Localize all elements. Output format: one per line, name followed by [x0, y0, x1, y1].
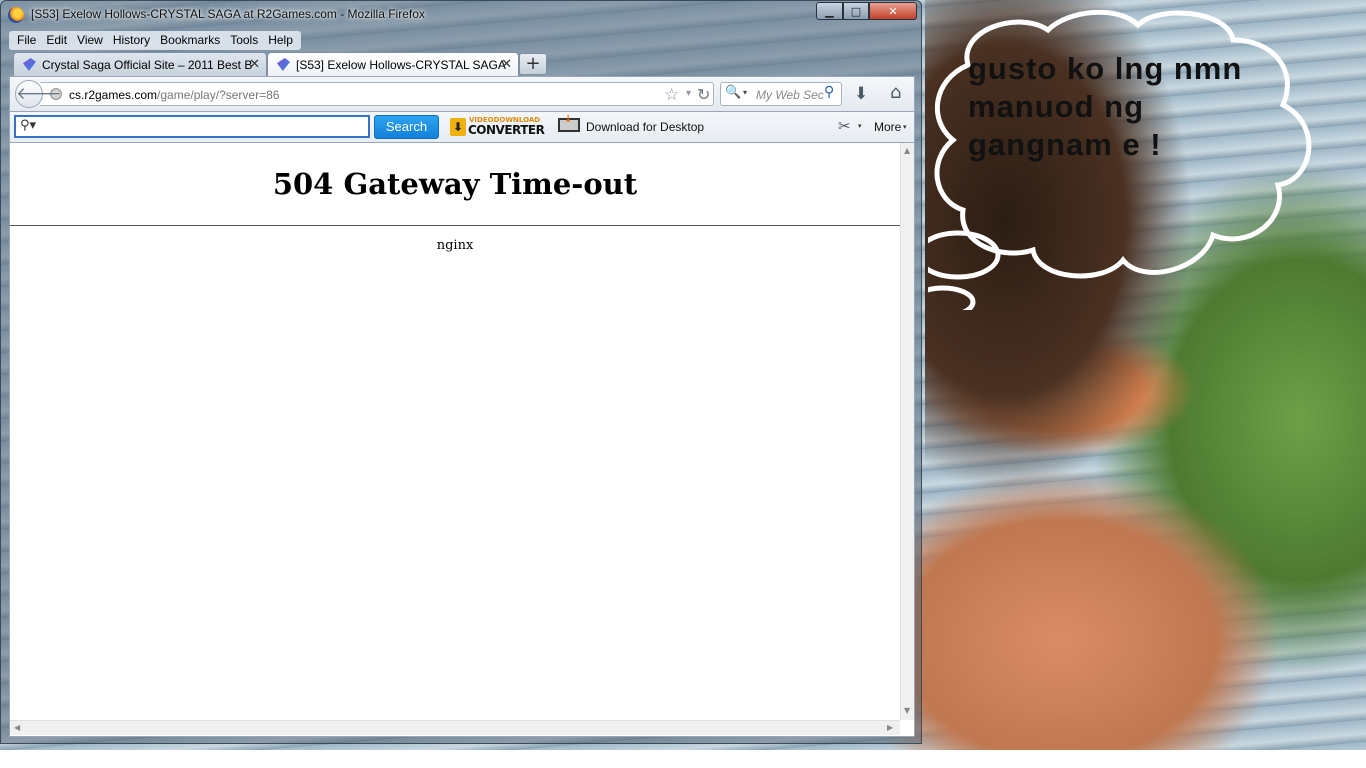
minimize-button[interactable]: ▁	[816, 2, 843, 20]
toolbar-search-icon[interactable]: ⚲▾	[20, 118, 36, 133]
window-title: [S53] Exelow Hollows-CRYSTAL SAGA at R2G…	[31, 7, 425, 21]
menu-bar: File Edit View History Bookmarks Tools H…	[9, 31, 301, 50]
firefox-logo-icon[interactable]	[8, 7, 24, 23]
tab-label: [S53] Exelow Hollows-CRYSTAL SAGA...	[296, 58, 506, 72]
reload-icon[interactable]: ↻	[697, 85, 710, 104]
new-tab-button[interactable]: +	[519, 53, 547, 75]
horizontal-scrollbar[interactable]: ◀ ▶	[10, 720, 900, 735]
site-favicon-icon	[23, 58, 36, 71]
menu-view[interactable]: View	[72, 31, 108, 50]
scroll-right-icon[interactable]: ▶	[887, 723, 893, 732]
desktop-download-arrow-icon: ↓	[564, 114, 573, 125]
search-placeholder: My Web Sec	[756, 88, 824, 102]
close-window-button[interactable]: ✕	[869, 2, 917, 20]
bookmark-star-icon[interactable]: ☆	[664, 85, 679, 105]
url-path: /game/play/?server=86	[157, 88, 280, 102]
download-for-desktop-link[interactable]: Download for Desktop	[586, 120, 704, 134]
tab-strip: Crystal Saga Official Site – 2011 Best B…	[9, 52, 914, 76]
url-domain: cs.r2games.com	[69, 88, 158, 102]
downloads-icon[interactable]: ⬇	[854, 84, 868, 104]
navigation-bar: cs.r2games.com/game/play/?server=86 ☆ ▾ …	[9, 76, 915, 112]
toolbar-search-button[interactable]: Search	[374, 115, 439, 139]
menu-bookmarks[interactable]: Bookmarks	[155, 31, 225, 50]
title-bar[interactable]: [S53] Exelow Hollows-CRYSTAL SAGA at R2G…	[1, 1, 921, 29]
search-engine-icon[interactable]: 🔍	[725, 85, 741, 100]
tab-close-icon[interactable]: ✕	[249, 56, 260, 72]
video-download-converter-logo[interactable]: ⬇ VIDEODOWNLOAD CONVERTER	[450, 116, 545, 138]
menu-file[interactable]: File	[12, 31, 41, 50]
menu-edit[interactable]: Edit	[41, 31, 72, 50]
toolbar-tools-icon[interactable]: ✂	[838, 117, 851, 135]
menu-help[interactable]: Help	[263, 31, 298, 50]
vdc-logo-bottom-text: CONVERTER	[468, 123, 545, 137]
back-button[interactable]: 🡐	[15, 80, 62, 108]
scroll-left-icon[interactable]: ◀	[14, 723, 20, 732]
search-go-icon[interactable]: ⚲	[824, 84, 834, 100]
menu-history[interactable]: History	[108, 31, 155, 50]
tab-exelow-hollows[interactable]: [S53] Exelow Hollows-CRYSTAL SAGA... ✕	[267, 52, 519, 76]
horizontal-rule	[10, 225, 900, 226]
tab-crystal-saga-official[interactable]: Crystal Saga Official Site – 2011 Best B…	[13, 52, 267, 76]
search-engine-dropdown-icon[interactable]: ▾	[743, 88, 747, 97]
vertical-scrollbar[interactable]: ▲ ▼	[900, 143, 914, 720]
thought-line-3: gangnam e !	[968, 127, 1162, 162]
url-history-dropdown-icon[interactable]: ▾	[686, 88, 691, 99]
web-search-bar[interactable]: 🔍 ▾ My Web Sec ⚲	[720, 82, 842, 106]
tools-dropdown-icon[interactable]: ▾	[858, 122, 862, 130]
desktop-bottom-strip	[0, 750, 1366, 768]
thought-line-1: gusto ko lng nmn	[968, 51, 1243, 86]
scroll-up-icon[interactable]: ▲	[904, 146, 910, 155]
firefox-window: [S53] Exelow Hollows-CRYSTAL SAGA at R2G…	[0, 0, 922, 744]
more-dropdown-icon[interactable]: ▾	[903, 123, 907, 131]
addon-toolbar: ⚲▾ Search ⬇ VIDEODOWNLOAD CONVERTER ↓ Do…	[9, 112, 915, 143]
tab-close-icon[interactable]: ✕	[501, 56, 512, 72]
site-favicon-icon	[277, 58, 290, 71]
url-text[interactable]: cs.r2games.com/game/play/?server=86	[69, 88, 279, 102]
toolbar-search-input[interactable]: ⚲▾	[14, 115, 370, 138]
server-name: nginx	[436, 238, 474, 253]
thought-bubble-text: gusto ko lng nmn manuod ng gangnam e !	[968, 50, 1288, 164]
thought-line-2: manuod ng	[968, 89, 1145, 124]
tab-label: Crystal Saga Official Site – 2011 Best B…	[42, 58, 252, 72]
home-icon[interactable]: ⌂	[890, 82, 901, 103]
scroll-down-icon[interactable]: ▼	[904, 706, 910, 715]
more-menu-button[interactable]: More	[874, 120, 901, 134]
error-heading: 504 Gateway Time-out	[272, 167, 638, 201]
page-content: 504 Gateway Time-out nginx ▲ ▼ ◀ ▶	[9, 143, 915, 737]
video-download-icon: ⬇	[450, 118, 466, 136]
menu-tools[interactable]: Tools	[225, 31, 263, 50]
url-bar[interactable]: cs.r2games.com/game/play/?server=86 ☆ ▾ …	[40, 82, 714, 106]
maximize-button[interactable]: □	[843, 2, 869, 20]
